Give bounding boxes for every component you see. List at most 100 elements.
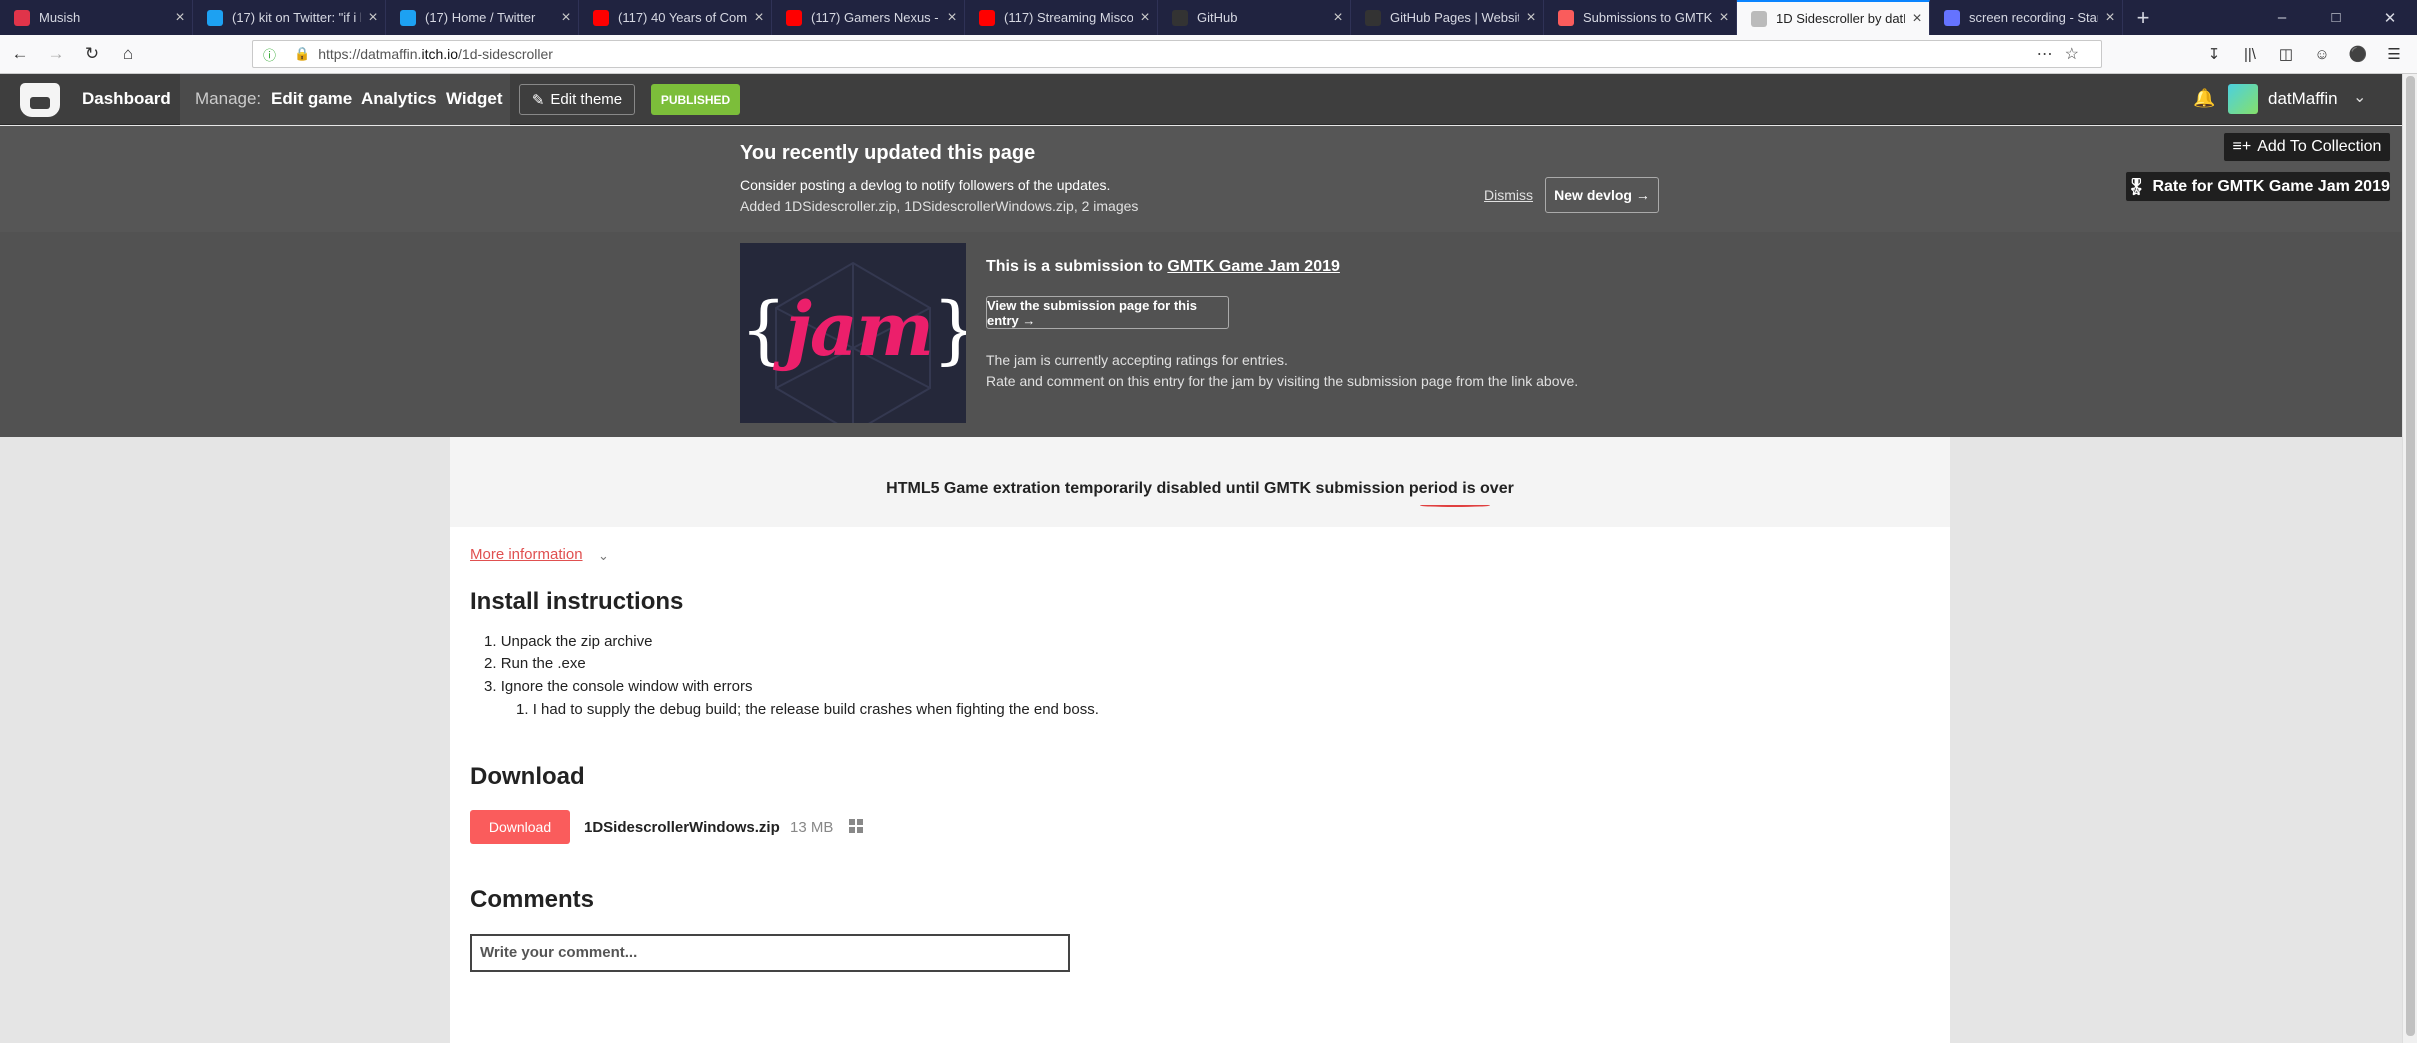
- install-step-1: 1. Unpack the zip archive: [484, 633, 653, 650]
- favicon-icon: [400, 9, 416, 26]
- close-icon[interactable]: ×: [2098, 9, 2122, 27]
- install-step-1-text: Unpack the zip archive: [500, 633, 653, 650]
- window-close-icon[interactable]: ✕: [2363, 0, 2417, 35]
- favicon-icon: [1172, 9, 1188, 26]
- tab-label: 1D Sidescroller by datMaffi: [1776, 11, 1905, 26]
- tab-label: GitHub: [1197, 10, 1238, 25]
- username[interactable]: datMaffin: [2268, 89, 2338, 109]
- maximize-icon[interactable]: □: [2309, 0, 2363, 35]
- embed-disabled-message: HTML5 Game extration temporarily disable…: [886, 480, 1514, 497]
- pencil-icon: ✎: [531, 91, 545, 109]
- jam-logo-image[interactable]: {jam};: [740, 243, 966, 423]
- add-to-collection-button[interactable]: ≡+ Add To Collection: [2223, 132, 2391, 162]
- browser-tab[interactable]: (117) Streaming Misconce×: [965, 0, 1158, 35]
- itch-logo-icon[interactable]: [20, 83, 60, 117]
- bell-icon[interactable]: 🔔: [2193, 88, 2215, 109]
- browser-tab[interactable]: GitHub Pages | Websites f×: [1351, 0, 1544, 35]
- browser-tab[interactable]: Submissions to GMTK Ga×: [1544, 0, 1737, 35]
- install-heading: Install instructions: [470, 588, 684, 615]
- close-icon[interactable]: ×: [361, 9, 385, 27]
- browser-tab[interactable]: Musish ×: [0, 0, 193, 35]
- library-icon[interactable]: ||\: [2235, 40, 2265, 68]
- browser-tab[interactable]: (17) Home / Twitter ×: [386, 0, 579, 35]
- close-icon[interactable]: ×: [1326, 9, 1350, 27]
- jam-name-link[interactable]: GMTK Game Jam 2019: [1167, 258, 1340, 275]
- favicon-icon: [14, 9, 30, 26]
- playlist-add-icon: ≡+: [2232, 138, 2252, 155]
- close-icon[interactable]: ×: [747, 9, 771, 27]
- browser-tab[interactable]: (117) 40 Years of Compute×: [579, 0, 772, 35]
- browser-tab[interactable]: (117) Gamers Nexus - You×: [772, 0, 965, 35]
- jam-logo-text: {jam};: [740, 287, 966, 373]
- close-icon[interactable]: ×: [1133, 9, 1157, 27]
- comment-input[interactable]: Write your comment...: [470, 934, 1070, 972]
- avatar[interactable]: [2228, 84, 2258, 114]
- dashboard-link[interactable]: Dashboard: [82, 89, 171, 109]
- spellcheck-underline: [1420, 504, 1490, 507]
- tab-label: (117) Gamers Nexus - You: [811, 10, 940, 25]
- forward-icon[interactable]: →: [40, 39, 72, 69]
- favicon-icon: [1558, 9, 1574, 26]
- dismiss-link[interactable]: Dismiss: [1484, 187, 1533, 203]
- close-icon[interactable]: ×: [1712, 9, 1736, 27]
- browser-tab[interactable]: (17) kit on Twitter: "if i had×: [193, 0, 386, 35]
- view-submission-button[interactable]: View the submission page for this entry …: [986, 296, 1229, 329]
- edit-theme-button[interactable]: ✎ Edit theme: [519, 84, 635, 115]
- jam-status-text: The jam is currently accepting ratings f…: [986, 352, 1288, 368]
- browser-tab[interactable]: screen recording - Startpa×: [1930, 0, 2123, 35]
- chevron-down-icon[interactable]: ⌄: [2353, 87, 2366, 107]
- install-step-2-text: Run the .exe: [500, 655, 586, 672]
- more-information-link[interactable]: More information: [470, 546, 583, 563]
- tab-label: screen recording - Startpa: [1969, 10, 2098, 25]
- download-button[interactable]: Download: [470, 810, 570, 844]
- tab-label: Submissions to GMTK Ga: [1583, 10, 1712, 25]
- new-tab-icon[interactable]: +: [2123, 0, 2163, 35]
- add-to-collection-label: Add To Collection: [2257, 138, 2382, 155]
- update-banner: You recently updated this page Consider …: [0, 126, 2402, 232]
- rate-jam-button[interactable]: 🎖 Rate for GMTK Game Jam 2019: [2125, 171, 2391, 202]
- favicon-icon: [207, 9, 223, 26]
- comments-heading: Comments: [470, 886, 595, 913]
- scrollbar-thumb[interactable]: [2406, 76, 2415, 1036]
- favicon-icon: [979, 9, 995, 26]
- back-icon[interactable]: ←: [4, 39, 36, 69]
- jam-rate-text: Rate and comment on this entry for the j…: [986, 373, 1579, 389]
- analytics-link[interactable]: Analytics: [361, 89, 437, 109]
- bookmark-star-icon[interactable]: ☆: [2065, 46, 2091, 63]
- url-bar[interactable]: ⓘ 🔒 https://datmaffin.itch.io/1d-sidescr…: [252, 40, 2102, 68]
- reload-icon[interactable]: ↻: [76, 39, 108, 69]
- close-icon[interactable]: ×: [1519, 9, 1543, 27]
- close-icon[interactable]: ×: [554, 9, 578, 27]
- install-step-3: 3. Ignore the console window with errors: [484, 678, 753, 695]
- chevron-down-icon[interactable]: ⌄: [598, 548, 609, 564]
- minimize-icon[interactable]: –: [2255, 0, 2309, 35]
- home-icon[interactable]: ⌂: [112, 39, 144, 69]
- published-badge: PUBLISHED: [651, 84, 740, 115]
- tab-label: Musish: [39, 10, 81, 25]
- rate-jam-label: Rate for GMTK Game Jam 2019: [2152, 177, 2390, 195]
- close-icon[interactable]: ×: [1905, 10, 1929, 28]
- page-actions-icon[interactable]: ⋯: [2037, 46, 2065, 63]
- widget-link[interactable]: Widget: [446, 89, 503, 109]
- menu-icon[interactable]: ☰: [2379, 40, 2409, 68]
- ublock-icon[interactable]: ⚫: [2343, 40, 2373, 68]
- info-icon[interactable]: ⓘ: [263, 45, 276, 64]
- update-text: Consider posting a devlog to notify foll…: [740, 177, 1111, 193]
- url-text: https://datmaffin.itch.io/1d-sidescrolle…: [318, 46, 553, 62]
- tab-label: (17) kit on Twitter: "if i had: [232, 10, 361, 25]
- close-icon[interactable]: ×: [940, 9, 964, 27]
- install-step-3-text: Ignore the console window with errors: [500, 678, 753, 695]
- new-devlog-button[interactable]: New devlog →: [1545, 177, 1659, 213]
- account-icon[interactable]: ☺: [2307, 40, 2337, 68]
- sidebar-icon[interactable]: ◫: [2271, 40, 2301, 68]
- browser-tab-bar: Musish×(17) kit on Twitter: "if i had×(1…: [0, 0, 2417, 35]
- browser-tab[interactable]: 1D Sidescroller by datMaffi×: [1737, 0, 1930, 35]
- edit-game-link[interactable]: Edit game: [271, 89, 352, 109]
- scrollbar[interactable]: [2402, 74, 2417, 1043]
- downloads-icon[interactable]: ↧: [2199, 40, 2229, 68]
- edit-theme-label: Edit theme: [550, 91, 623, 108]
- url-prefix: https://datmaffin.: [318, 46, 422, 62]
- close-icon[interactable]: ×: [168, 9, 192, 27]
- browser-tab[interactable]: GitHub ×: [1158, 0, 1351, 35]
- favicon-icon: [1751, 10, 1767, 27]
